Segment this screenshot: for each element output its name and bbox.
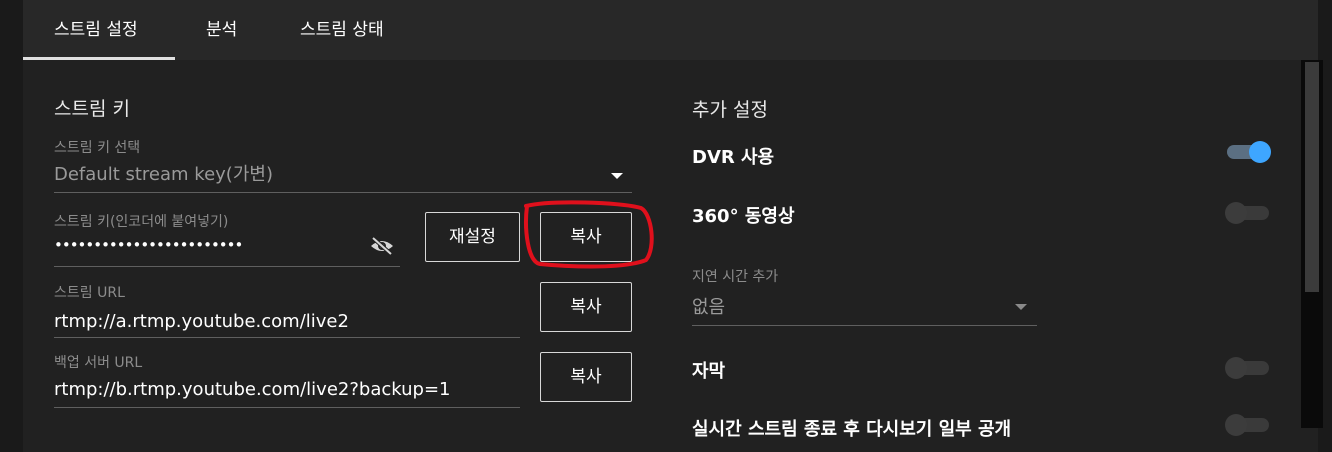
stream-key-label: 스트림 키(인코더에 붙여넣기) [54, 214, 229, 230]
stream-url-underline [54, 337, 520, 338]
reset-button[interactable]: 재설정 [425, 212, 520, 262]
stream-key-masked-value: •••••••••••••••••••••••• [54, 236, 243, 254]
dvr-label: DVR 사용 [692, 147, 775, 168]
stream-key-select-underline [54, 192, 632, 193]
copy-stream-url-button[interactable]: 복사 [540, 282, 632, 332]
dvr-toggle[interactable] [1225, 141, 1271, 163]
stream-key-select-value: Default stream key(가변) [54, 164, 273, 185]
backup-url-underline [54, 407, 520, 408]
additional-settings-title: 추가 설정 [692, 99, 768, 121]
captions-label: 자막 [692, 361, 726, 382]
app-frame: 스트림 설정 분석 스트림 상태 스트림 키 스트림 키 선택 Default … [0, 0, 1332, 452]
scrollbar-thumb[interactable] [1305, 62, 1319, 292]
chevron-down-icon[interactable] [1015, 304, 1027, 310]
captions-toggle[interactable] [1225, 357, 1271, 379]
stream-url-label: 스트림 URL [54, 285, 125, 301]
latency-underline [692, 325, 1037, 326]
tab-bar: 스트림 설정 분석 스트림 상태 [23, 0, 1318, 60]
tab-stream-settings[interactable]: 스트림 설정 [54, 0, 138, 60]
backup-url-label: 백업 서버 URL [54, 355, 143, 371]
360-video-label: 360° 동영상 [692, 206, 795, 227]
stream-url-value: rtmp://a.rtmp.youtube.com/live2 [54, 311, 349, 332]
backup-url-value: rtmp://b.rtmp.youtube.com/live2?backup=1 [54, 379, 451, 400]
dvr-toggle-knob [1249, 141, 1271, 163]
stream-key-section-title: 스트림 키 [54, 98, 130, 120]
copy-stream-key-button[interactable]: 복사 [540, 212, 632, 262]
360-video-toggle[interactable] [1225, 202, 1271, 224]
tab-analytics[interactable]: 분석 [206, 0, 237, 60]
visibility-off-icon[interactable] [370, 236, 394, 256]
scrollbar[interactable] [1301, 60, 1323, 428]
tab-stream-health[interactable]: 스트림 상태 [300, 0, 384, 60]
copy-backup-url-button[interactable]: 복사 [540, 352, 632, 402]
stream-key-select-label: 스트림 키 선택 [54, 140, 141, 156]
stream-key-underline [54, 266, 400, 267]
chevron-down-icon[interactable] [611, 173, 623, 179]
360-video-toggle-knob [1225, 202, 1247, 224]
settings-panel: 스트림 키 스트림 키 선택 Default stream key(가변) 스트… [23, 60, 1318, 452]
unlist-after-label: 실시간 스트림 종료 후 다시보기 일부 공개 [692, 419, 1012, 440]
unlist-after-toggle-knob [1225, 414, 1247, 436]
captions-toggle-knob [1225, 357, 1247, 379]
unlist-after-toggle[interactable] [1225, 414, 1271, 436]
latency-label: 지연 시간 추가 [692, 269, 779, 285]
latency-value: 없음 [692, 297, 726, 318]
